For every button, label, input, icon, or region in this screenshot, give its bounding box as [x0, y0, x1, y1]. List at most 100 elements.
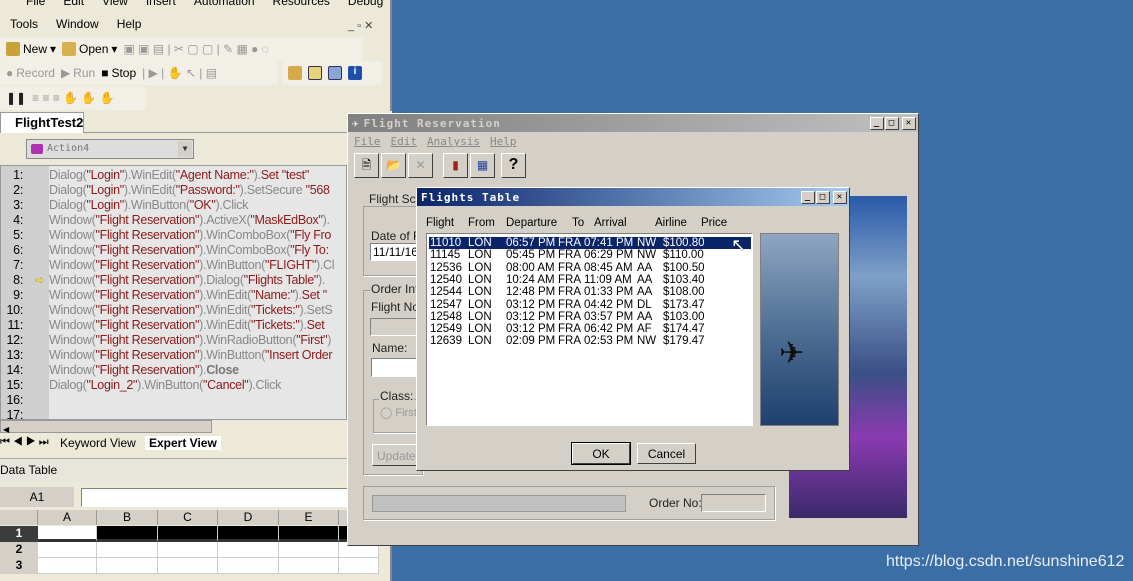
tab-expert-view[interactable]: Expert View — [145, 436, 221, 450]
tab-nav-arrows[interactable]: ⏮ ◀ ▶ ⏭ — [0, 436, 49, 449]
expert-view-editor[interactable]: 1: Dialog("Login").WinEdit("Agent Name:")… — [0, 165, 347, 420]
name-input[interactable] — [371, 358, 421, 377]
code-line[interactable]: 10: Window("Flight Reservation").WinEdit(… — [1, 303, 345, 318]
cell[interactable] — [158, 526, 218, 542]
menu-item-automation[interactable]: Automation — [194, 0, 255, 8]
reports-button[interactable]: ▦ — [470, 153, 495, 178]
update-order-button[interactable]: Update — [372, 444, 422, 466]
open-button[interactable]: Open ▾ — [62, 42, 117, 56]
run-button[interactable]: ▶ Run — [61, 66, 95, 80]
minimize-button[interactable]: _ — [870, 116, 884, 130]
menu-item-resources[interactable]: Resources — [273, 0, 330, 8]
tab-flighttest2[interactable]: FlightTest2 — [0, 112, 84, 133]
maximize-button[interactable]: □ — [885, 116, 899, 130]
open-order-button[interactable]: 📂 — [381, 153, 406, 178]
menu-item-window[interactable]: Window — [56, 17, 99, 31]
maximize-button[interactable]: □ — [816, 190, 830, 204]
cancel-button[interactable]: Cancel — [637, 443, 696, 464]
code-line[interactable]: 14: Window("Flight Reservation").Close — [1, 363, 345, 378]
code-line[interactable]: 4: Window("Flight Reservation").ActiveX("… — [1, 213, 345, 228]
first-class-radio[interactable]: ◯ First — [380, 406, 417, 419]
new-order-button[interactable]: 🗎 — [354, 153, 379, 178]
menu-item-file[interactable]: File — [26, 0, 45, 8]
data-table-icon[interactable] — [308, 66, 322, 80]
row-header[interactable]: 2 — [0, 542, 38, 558]
flight-row[interactable]: 12540 LON 10:24 AM FRA 11:09 AM AA $103.40 — [429, 274, 751, 286]
row-header[interactable]: 1 — [0, 526, 38, 542]
code-line[interactable]: 2: Dialog("Login").WinEdit("Password:").S… — [1, 183, 345, 198]
cell[interactable] — [97, 558, 158, 574]
flight-row[interactable]: 12639 LON 02:09 PM FRA 02:53 PM NW $179.47 — [429, 335, 751, 347]
cell[interactable] — [279, 558, 339, 574]
menu-item-insert[interactable]: Insert — [146, 0, 176, 8]
flight-row[interactable]: 12549 LON 03:12 PM FRA 06:42 PM AF $174.47 — [429, 323, 751, 335]
cell[interactable] — [38, 558, 97, 574]
code-line[interactable]: 8: ➪ Window("Flight Reservation").Dialog("… — [1, 273, 345, 288]
code-line[interactable]: 7: Window("Flight Reservation").WinButton… — [1, 258, 345, 273]
horizontal-scrollbar[interactable]: ◀ — [0, 420, 212, 434]
code-line[interactable]: 15: Dialog("Login_2").WinButton("Cancel")… — [1, 378, 345, 393]
code-line[interactable]: 11: Window("Flight Reservation").WinEdit(… — [1, 318, 345, 333]
row-header[interactable]: 3 — [0, 558, 38, 574]
menu-item-debug[interactable]: Debug — [348, 0, 383, 8]
code-line[interactable]: 16: — [1, 393, 345, 408]
cell[interactable] — [158, 542, 218, 558]
stop-button[interactable]: ■ Stop — [101, 66, 136, 80]
code-line[interactable]: 6: Window("Flight Reservation").WinComboB… — [1, 243, 345, 258]
cell[interactable] — [218, 542, 279, 558]
graphs-button[interactable]: ▮ — [443, 153, 468, 178]
menu-item-view[interactable]: View — [102, 0, 128, 8]
code-line[interactable]: 3: Dialog("Login").WinButton("OK").Click — [1, 198, 345, 213]
column-header[interactable]: E — [279, 510, 339, 525]
code-line[interactable]: 17: — [1, 408, 345, 419]
flight-row[interactable]: 12547 LON 03:12 PM FRA 04:42 PM DL $173.47 — [429, 299, 751, 311]
menu-item-help[interactable]: Help — [490, 135, 517, 148]
column-header[interactable]: C — [158, 510, 218, 525]
new-button[interactable]: New ▾ — [6, 42, 56, 56]
delete-order-button[interactable]: ✕ — [408, 153, 433, 178]
action-select[interactable]: Action4 ▼ — [26, 139, 194, 159]
cell[interactable] — [38, 542, 97, 558]
window-controls[interactable]: _ ▫ ✕ — [348, 19, 373, 32]
ok-button[interactable]: OK — [571, 442, 631, 465]
cell[interactable] — [38, 526, 97, 542]
help-button[interactable]: ? — [501, 153, 526, 178]
code-line[interactable]: 13: Window("Flight Reservation").WinButto… — [1, 348, 345, 363]
cell[interactable] — [97, 526, 158, 542]
menu-item-help[interactable]: Help — [117, 17, 142, 31]
cell[interactable] — [158, 558, 218, 574]
menu-item-file[interactable]: File — [354, 135, 381, 148]
menu-item-tools[interactable]: Tools — [10, 17, 38, 31]
code-line[interactable]: 5: Window("Flight Reservation").WinComboB… — [1, 228, 345, 243]
flight-row[interactable]: 12544 LON 12:48 PM FRA 01:33 PM AA $108.00 — [429, 286, 751, 298]
menu-item-edit[interactable]: Edit — [391, 135, 418, 148]
code-line[interactable]: 9: Window("Flight Reservation").WinEdit("… — [1, 288, 345, 303]
cell[interactable] — [279, 542, 339, 558]
column-header[interactable]: D — [218, 510, 279, 525]
active-screen-icon[interactable] — [328, 66, 342, 80]
formula-input[interactable] — [81, 488, 351, 507]
cell[interactable] — [218, 526, 279, 542]
flight-no-input[interactable] — [370, 318, 420, 336]
cell[interactable] — [218, 558, 279, 574]
cell[interactable] — [279, 526, 339, 542]
flight-row[interactable]: 12548 LON 03:12 PM FRA 03:57 PM AA $103.00 — [429, 311, 751, 323]
code-line[interactable]: 12: Window("Flight Reservation").WinRadio… — [1, 333, 345, 348]
flight-row[interactable]: 11145 LON 05:45 PM FRA 06:29 PM NW $110.00 — [429, 249, 751, 261]
code-line[interactable]: 1: Dialog("Login").WinEdit("Agent Name:")… — [1, 168, 345, 183]
record-button[interactable]: ● Record — [6, 66, 55, 80]
flights-list[interactable]: 11010 LON 06:57 PM FRA 07:41 PM NW $100.80 1114… — [426, 233, 753, 426]
date-of-flight-input[interactable]: 11/11/16 — [370, 243, 420, 261]
menu-item-edit[interactable]: Edit — [63, 0, 84, 8]
info-icon[interactable]: i — [348, 66, 362, 80]
flight-row[interactable]: 12536 LON 08:00 AM FRA 08:45 AM AA $100.50 — [429, 262, 751, 274]
data-table-grid[interactable]: ABCDE 123 — [0, 510, 392, 581]
flight-row[interactable]: 11010 LON 06:57 PM FRA 07:41 PM NW $100.80 — [429, 237, 751, 250]
pause-icon[interactable]: ❚❚ — [6, 91, 26, 105]
column-header[interactable]: A — [38, 510, 97, 525]
tab-keyword-view[interactable]: Keyword View — [60, 436, 136, 450]
column-header[interactable] — [0, 510, 38, 525]
close-button[interactable]: ✕ — [902, 116, 916, 130]
chevron-down-icon[interactable]: ▼ — [178, 141, 192, 157]
menu-item-analysis[interactable]: Analysis — [427, 135, 480, 148]
